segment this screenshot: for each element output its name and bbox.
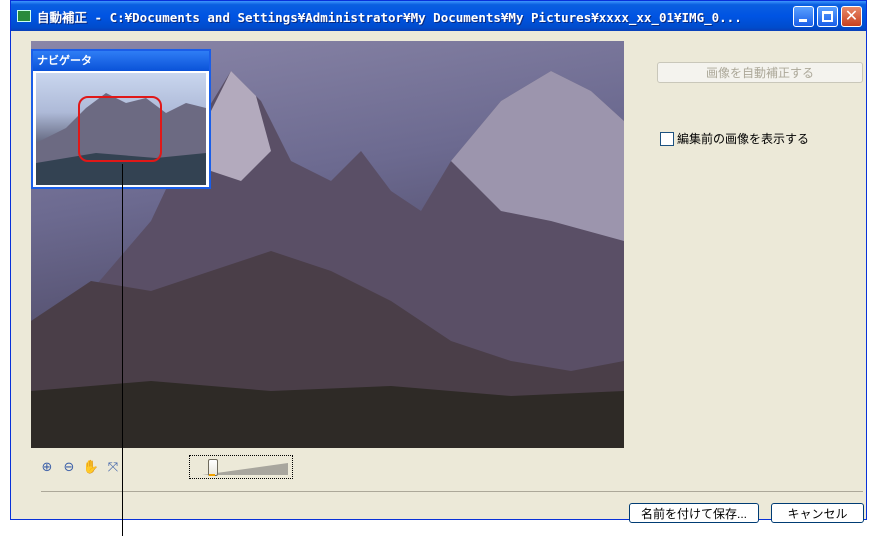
show-original-checkbox[interactable] xyxy=(660,131,674,146)
cancel-button[interactable]: キャンセル xyxy=(771,503,864,523)
image-app-icon xyxy=(17,10,31,22)
auto-correct-button[interactable]: 画像を自動補正する xyxy=(657,62,863,83)
fit-to-window-icon[interactable]: ⤧ xyxy=(104,459,122,477)
callout-line xyxy=(122,164,123,536)
minimize-button[interactable] xyxy=(793,6,814,27)
maximize-button[interactable] xyxy=(817,6,838,27)
save-as-button[interactable]: 名前を付けて保存... xyxy=(629,503,759,523)
show-original-checkbox-row[interactable]: 編集前の画像を表示する xyxy=(660,130,809,147)
hand-pan-icon[interactable]: ✋ xyxy=(82,459,100,477)
window-title: 自動補正 - C:¥Documents and Settings¥Adminis… xyxy=(37,9,742,25)
zoom-in-icon[interactable]: ⊕ xyxy=(38,459,56,477)
zoom-slider-mark xyxy=(209,474,215,476)
minimize-icon xyxy=(799,19,807,22)
zoom-out-icon[interactable]: ⊖ xyxy=(60,459,78,477)
footer-divider xyxy=(41,491,863,492)
zoom-slider[interactable] xyxy=(189,455,293,479)
navigator-title: ナビゲータ xyxy=(33,51,209,71)
maximize-icon xyxy=(822,11,833,22)
show-original-label: 編集前の画像を表示する xyxy=(677,132,810,146)
titlebar[interactable]: 自動補正 - C:¥Documents and Settings¥Adminis… xyxy=(11,1,866,31)
close-button[interactable]: ✕ xyxy=(841,6,862,27)
view-toolbar: ⊕ ⊖ ✋ ⤧ xyxy=(38,459,126,477)
navigator-view-frame[interactable] xyxy=(78,96,162,162)
close-icon: ✕ xyxy=(844,6,859,25)
